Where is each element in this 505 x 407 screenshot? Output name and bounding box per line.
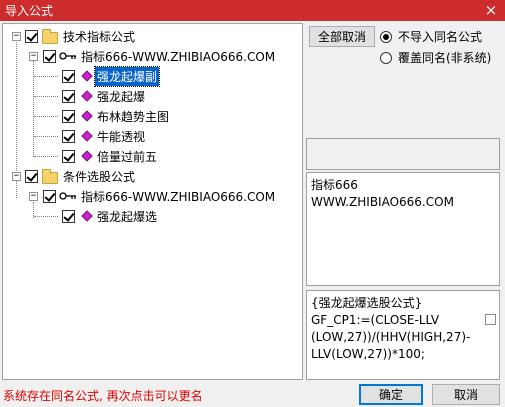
tree-line (34, 116, 58, 117)
tree-node-group1[interactable]: − 指标666-WWW.ZHIBIAO666.COM (3, 46, 302, 66)
checkbox[interactable] (62, 130, 75, 143)
formula-panel: {强龙起爆选股公式} GF_CP1:=(CLOSE-LLV (LOW,27))/… (306, 290, 500, 380)
radio-button[interactable] (380, 30, 392, 43)
checkbox[interactable] (62, 110, 75, 123)
tree-item-formula[interactable]: 强龙起爆副 (3, 66, 302, 87)
radio-label: 不导入同名公式 (398, 30, 483, 44)
checkbox[interactable] (43, 190, 56, 203)
title-bar: 导入公式 × (0, 0, 505, 21)
info-panel: 指标666 WWW.ZHIBIAO666.COM (306, 172, 500, 286)
formula-icon (81, 210, 93, 222)
folder-icon (42, 29, 58, 44)
tree-node-label: 强龙起爆副 (93, 66, 161, 87)
tree-item-formula[interactable]: 牛能透视 (3, 126, 302, 146)
ok-button[interactable]: 确定 (359, 384, 423, 405)
tree-node-label: 倍量过前五 (97, 150, 158, 164)
window-title: 导入公式 (5, 4, 54, 18)
scrollbar-box[interactable] (485, 314, 496, 325)
tree-line (34, 76, 58, 77)
cancel-button[interactable]: 取消 (432, 384, 500, 405)
formula-icon (81, 130, 93, 142)
status-message: 系统存在同名公式, 再次点击可以更名 (3, 389, 203, 403)
checkbox[interactable] (62, 70, 75, 83)
checkbox[interactable] (43, 50, 56, 63)
tree-node-label: 布林趋势主图 (97, 110, 170, 124)
tree-node-label: 指标666-WWW.ZHIBIAO666.COM (81, 190, 276, 204)
tree-line (34, 136, 58, 137)
collapse-icon[interactable]: − (12, 172, 21, 181)
info-line2: WWW.ZHIBIAO666.COM (311, 195, 454, 209)
tree-node-label: 条件选股公式 (63, 170, 136, 184)
tree-node-stock-selection[interactable]: − 条件选股公式 (3, 166, 302, 186)
collapse-icon[interactable]: − (29, 192, 38, 201)
cancel-all-button[interactable]: 全部取消 (309, 26, 375, 47)
tree-node-label: 牛能透视 (97, 130, 146, 144)
tree-item-formula[interactable]: 强龙起爆 (3, 86, 302, 106)
checkbox[interactable] (62, 210, 75, 223)
tree-item-formula[interactable]: 倍量过前五 (3, 146, 302, 166)
tree-line (34, 156, 58, 157)
tree-node-label: 强龙起爆 (97, 90, 146, 104)
tree-node-label: 强龙起爆选 (97, 210, 158, 224)
close-icon[interactable]: × (483, 2, 499, 18)
formula-tree[interactable]: − 技术指标公式 − 指标666-WWW.ZHIBIAO666.COM 强龙起爆… (2, 23, 303, 380)
radio-overwrite-duplicates[interactable]: 覆盖同名(非系统) (380, 49, 491, 66)
tree-line (34, 216, 58, 217)
tree-node-label: 指标666-WWW.ZHIBIAO666.COM (81, 50, 276, 64)
tree-item-formula[interactable]: 强龙起爆选 (3, 206, 302, 226)
checkbox[interactable] (62, 90, 75, 103)
formula-icon (81, 110, 93, 122)
checkbox[interactable] (62, 150, 75, 163)
formula-text: {强龙起爆选股公式} GF_CP1:=(CLOSE-LLV (LOW,27))/… (311, 296, 471, 361)
tree-line (34, 96, 58, 97)
tree-node-tech-indicators[interactable]: − 技术指标公式 (3, 26, 302, 46)
formula-icon (81, 90, 93, 102)
key-icon (59, 192, 76, 200)
folder-icon (42, 169, 58, 184)
radio-label: 覆盖同名(非系统) (398, 51, 492, 65)
tree-node-label: 技术指标公式 (63, 30, 136, 44)
collapse-icon[interactable]: − (12, 32, 21, 41)
formula-icon (81, 150, 93, 162)
tree-node-group2[interactable]: − 指标666-WWW.ZHIBIAO666.COM (3, 186, 302, 206)
radio-button[interactable] (380, 51, 392, 64)
radio-skip-duplicates[interactable]: 不导入同名公式 (380, 28, 482, 45)
checkbox[interactable] (25, 170, 38, 183)
key-icon (59, 52, 76, 60)
info-line1: 指标666 (311, 178, 358, 192)
formula-icon (81, 70, 93, 82)
checkbox[interactable] (25, 30, 38, 43)
spacer-panel (306, 138, 500, 170)
collapse-icon[interactable]: − (29, 52, 38, 61)
tree-item-formula[interactable]: 布林趋势主图 (3, 106, 302, 126)
